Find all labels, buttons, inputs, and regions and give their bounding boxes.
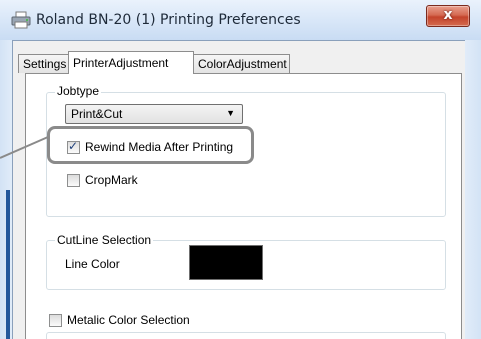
frame-edge-accent xyxy=(6,190,10,339)
line-color-swatch-button[interactable] xyxy=(189,245,263,280)
window-frame-left xyxy=(0,40,12,339)
tab-printer-adjustment[interactable]: PrinterAdjustment xyxy=(68,51,194,74)
metallic-color-checkbox[interactable] xyxy=(49,314,62,327)
rewind-media-checkbox[interactable]: ✓ xyxy=(67,139,80,154)
tab-color-adjustment[interactable]: ColorAdjustment xyxy=(193,54,290,73)
jobtype-group-label: Jobtype xyxy=(55,84,102,98)
printer-icon xyxy=(11,11,31,29)
window-title: Roland BN-20 (1) Printing Preferences xyxy=(36,12,301,28)
window-frame-right xyxy=(465,40,481,339)
jobtype-select[interactable]: Print&Cut ▼ xyxy=(65,104,243,124)
triangle-down-icon: ▼ xyxy=(226,108,235,118)
metallic-group xyxy=(46,332,446,339)
close-icon: x xyxy=(443,7,453,23)
checkmark-icon: ✓ xyxy=(68,139,79,153)
tab-settings-label: Settings xyxy=(23,57,67,71)
cutline-group-label: CutLine Selection xyxy=(55,233,154,247)
jobtype-selected-value: Print&Cut xyxy=(71,107,123,121)
printing-preferences-window: Roland BN-20 (1) Printing Preferences x … xyxy=(0,0,481,339)
line-color-label: Line Color xyxy=(65,257,120,271)
close-button[interactable]: x xyxy=(426,5,470,27)
metallic-color-label: Metalic Color Selection xyxy=(67,313,190,327)
cropmark-label: CropMark xyxy=(85,173,138,187)
cropmark-checkbox[interactable] xyxy=(67,174,80,187)
tab-settings[interactable]: Settings xyxy=(18,54,70,73)
tab-color-adjustment-label: ColorAdjustment xyxy=(198,57,287,71)
title-bar[interactable]: Roland BN-20 (1) Printing Preferences x xyxy=(0,0,481,40)
rewind-media-label: Rewind Media After Printing xyxy=(85,140,234,154)
tab-printer-adjustment-label: PrinterAdjustment xyxy=(73,56,169,70)
callout-leader-line xyxy=(0,136,49,159)
